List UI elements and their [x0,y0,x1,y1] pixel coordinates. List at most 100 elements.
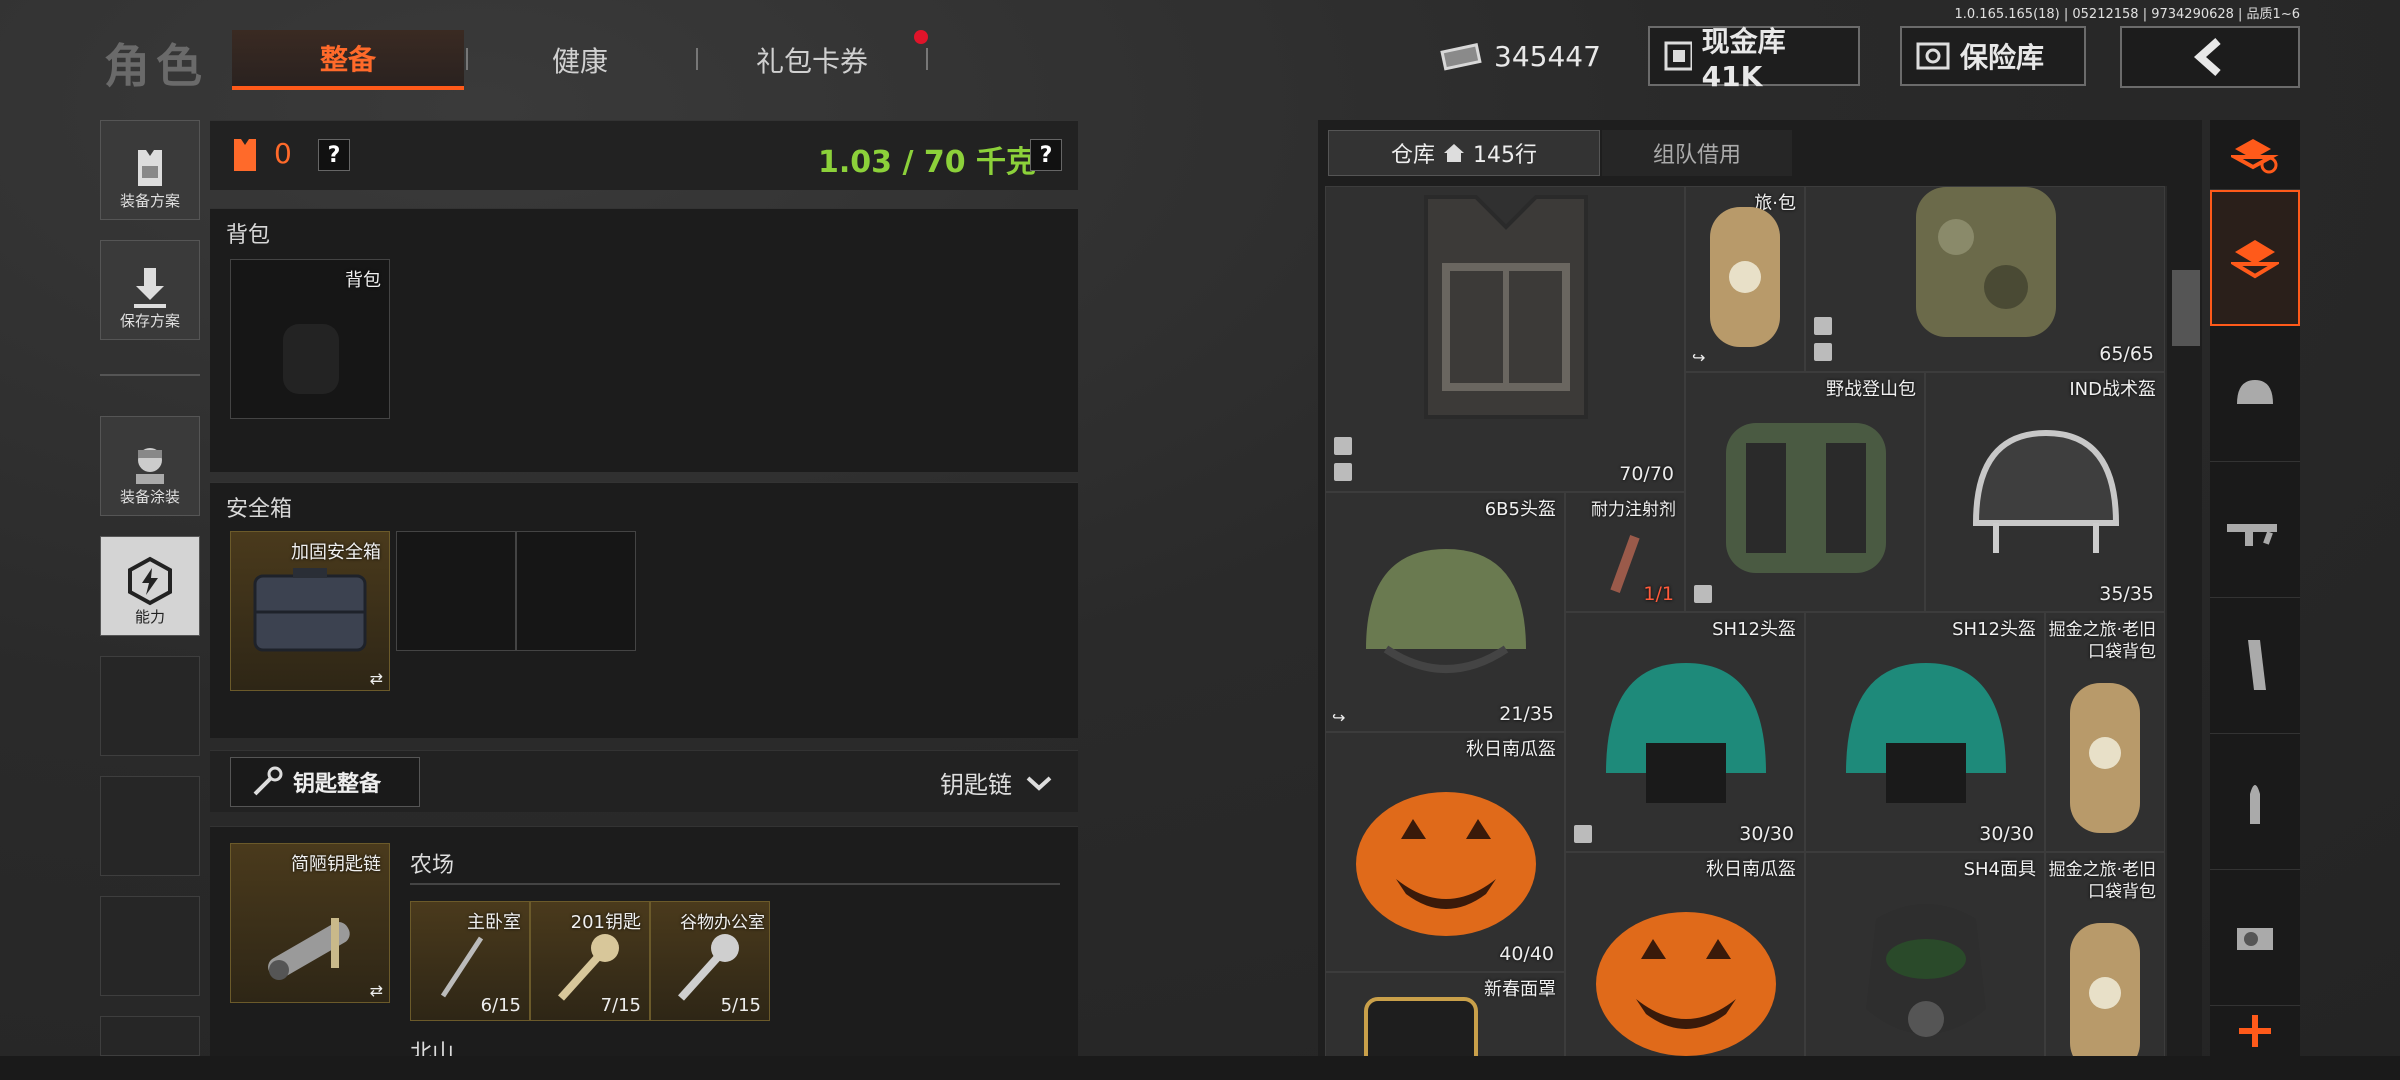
key-loadout-label: 钥匙整备 [293,772,382,797]
safebox-slot[interactable] [396,531,516,651]
keychain-icon [268,918,350,980]
item-name: 秋日南瓜盔 [1706,859,1796,880]
category-rail [2210,120,2300,1056]
tactical-helmet-icon [1972,429,2120,553]
tab-storage[interactable]: 仓库 145行 [1328,130,1600,176]
backpack-section: 背包 背包 [210,208,1078,472]
grid-item[interactable]: 掘金之旅·老旧口袋背包 [2045,612,2165,852]
helmet-icon [2237,379,2273,404]
item-name: 秋日南瓜盔 [1466,739,1556,760]
item-durability: 70/70 [1619,463,1674,485]
pouch-icon [2070,923,2140,1056]
keychain-section: 简陋钥匙链 ⇄ 农场 主卧室 6/15 201钥匙 7/15 谷物办公室 5/1… [210,826,1078,1057]
key-name: 主卧室 [467,912,521,933]
cash-vault-button[interactable]: 现金库 41K [1648,25,1860,93]
category-magazines[interactable] [2210,598,2300,734]
rifle-icon [2227,523,2277,546]
safe-button[interactable]: 保险库 [1900,26,2086,86]
category-ammo[interactable] [2210,734,2300,870]
backpack-slot-label: 背包 [345,270,381,291]
back-arrow-icon [2193,38,2221,76]
key-item[interactable]: 主卧室 6/15 [410,901,530,1021]
category-all[interactable] [2210,120,2300,190]
grid-item[interactable]: 70/70 [1325,186,1685,492]
keychain-dropdown[interactable]: 钥匙链 [940,765,1052,800]
sidebar-empty-slot [100,1016,200,1056]
sidebar-item-save-plan[interactable]: 保存方案 [100,240,200,340]
category-layers[interactable] [2210,190,2300,326]
grid-item[interactable]: 6B5头盔 ↪ 21/35 [1325,492,1565,732]
key-loadout-button[interactable]: 钥匙整备 [230,757,420,807]
grid-item[interactable]: 野战登山包 [1685,372,1925,612]
grid-item[interactable]: IND战术盔 35/35 [1925,372,2165,612]
storage-scrollbar[interactable] [2172,270,2200,346]
tab-gift-coupons[interactable]: 礼包卡券 [696,30,928,90]
sidebar-item-abilities[interactable]: 能力 [100,536,200,636]
backpack-slot[interactable]: 背包 [230,259,390,419]
download-icon [134,268,166,308]
version-text: 1.0.165.165(18) | 05212158 | 9734290628 … [1954,7,2301,22]
item-durability: 40/40 [1499,943,1554,965]
tag-icon [1334,437,1352,455]
grid-item[interactable]: 掘金之旅·老旧口袋背包 [2045,852,2165,1056]
swap-icon[interactable]: ⇄ [370,669,383,688]
item-durability: 1/1 [1643,583,1674,605]
key-item[interactable]: 谷物办公室 5/15 [650,901,770,1021]
grid-item[interactable]: SH12头盔 30/30 [1805,612,2045,852]
backpack-title: 背包 [226,223,271,248]
add-category-button[interactable] [2210,1006,2300,1056]
sidebar-item-loadout-plans[interactable]: 装备方案 [100,120,200,220]
storage-rows: 145行 [1473,143,1537,168]
grid-item[interactable]: SH4面具 [1805,852,2045,1056]
grid-item[interactable]: 秋日南瓜盔 40/40 [1325,732,1565,972]
grid-item[interactable]: 耐力注射剂 1/1 [1565,492,1685,612]
grid-item[interactable]: 65/65 [1805,186,2165,372]
item-durability: 21/35 [1499,703,1554,725]
safebox-title: 安全箱 [226,497,293,522]
cash-icon [1440,43,1482,71]
sidebar-divider [100,374,200,376]
safebox-item[interactable]: 加固安全箱 ⇄ [230,531,390,691]
pouch-icon [1710,207,1780,347]
swap-icon[interactable]: ⇄ [370,981,383,1000]
safebox-slot[interactable] [516,531,636,651]
key-location-divider [410,883,1060,885]
item-durability: 35/35 [2099,583,2154,605]
category-helmets[interactable] [2210,326,2300,462]
item-name: 掘金之旅·老旧口袋背包 [2048,620,2156,662]
tab-team-borrow[interactable]: 组队借用 [1602,130,1792,176]
grid-item[interactable]: 旅·包 ↪ [1685,186,1805,372]
pumpkin-helmet-icon [1356,792,1536,936]
case-icon [253,568,367,652]
safebox-item-name: 加固安全箱 [291,542,381,563]
grid-item[interactable]: 秋日南瓜盔 [1565,852,1805,1056]
keychain-item[interactable]: 简陋钥匙链 ⇄ [230,843,390,1003]
notification-dot [914,30,928,44]
key-location-label: 农场 [410,853,455,878]
key-icon [253,766,283,796]
weight-help-icon[interactable]: ? [1030,139,1062,171]
grid-item[interactable]: 新春面罩 [1325,972,1565,1056]
category-attachments[interactable] [2210,870,2300,1006]
sidebar-item-label: 装备方案 [119,192,180,210]
ability-hex-icon [128,556,172,606]
grid-item[interactable]: SH12头盔 30/30 [1565,612,1805,852]
item-name: 耐力注射剂 [1591,500,1676,520]
cash-vault-label: 现金库 41K [1701,24,1786,93]
tab-equipment[interactable]: 整备 [232,30,464,90]
vault-icon [1664,41,1692,71]
item-name: 野战登山包 [1826,379,1916,400]
safe-icon [1916,42,1950,70]
money-value: 345447 [1494,39,1601,73]
box-icon [1694,585,1712,603]
tab-health[interactable]: 健康 [464,30,696,90]
chevron-down-icon [1026,776,1052,791]
key-icon [440,936,484,998]
armor-icon [234,139,256,171]
equip-arrow-icon: ↪ [1332,708,1346,727]
armor-help-icon[interactable]: ? [318,139,350,171]
back-button[interactable] [2120,26,2300,88]
sidebar-item-skins[interactable]: 装备涂装 [100,416,200,516]
key-item[interactable]: 201钥匙 7/15 [530,901,650,1021]
category-weapons[interactable] [2210,462,2300,598]
